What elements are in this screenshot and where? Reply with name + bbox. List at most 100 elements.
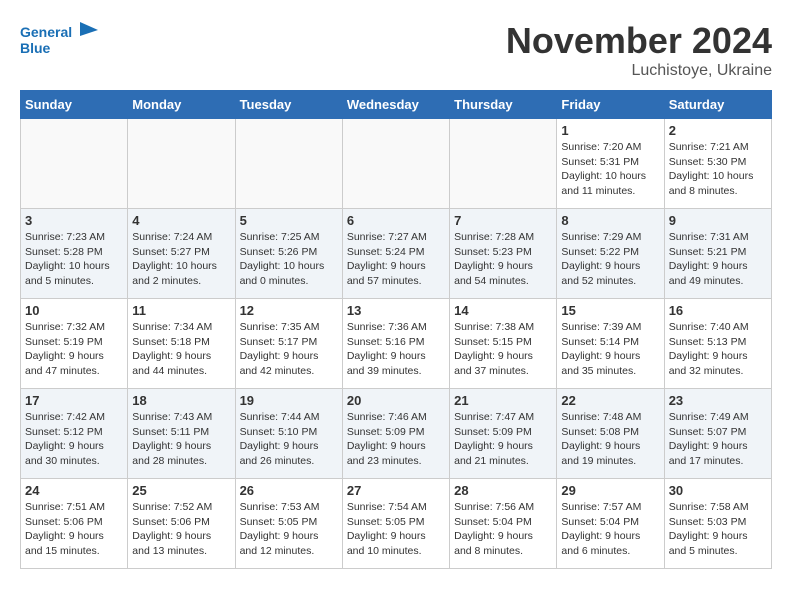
calendar-cell: 3Sunrise: 7:23 AM Sunset: 5:28 PM Daylig… <box>21 209 128 299</box>
weekday-header-sunday: Sunday <box>21 91 128 119</box>
weekday-header-saturday: Saturday <box>664 91 771 119</box>
calendar-cell: 20 Sunrise: 7:46 AM Sunset: 5:09 PM Dayli… <box>342 389 449 479</box>
day-info: Sunrise: 7:23 AM Sunset: 5:28 PM Dayligh… <box>25 230 123 289</box>
day-info: Sunrise: 7:49 AM Sunset: 5:07 PM Dayligh… <box>669 410 767 469</box>
calendar-cell <box>235 119 342 209</box>
week-row: 24Sunrise: 7:51 AM Sunset: 5:06 PM Dayli… <box>21 479 772 569</box>
day-number: 18 <box>132 393 230 408</box>
day-info: Sunrise: 7:52 AM Sunset: 5:06 PM Dayligh… <box>132 500 230 559</box>
weekday-header-monday: Monday <box>128 91 235 119</box>
day-info: Sunrise: 7:35 AM Sunset: 5:17 PM Dayligh… <box>240 320 338 379</box>
calendar-cell: 14 Sunrise: 7:38 AM Sunset: 5:15 PM Dayli… <box>450 299 557 389</box>
calendar-cell: 18Sunrise: 7:43 AM Sunset: 5:11 PM Dayli… <box>128 389 235 479</box>
calendar-cell: 30 Sunrise: 7:58 AM Sunset: 5:03 PM Dayli… <box>664 479 771 569</box>
day-number: 13 <box>347 303 445 318</box>
calendar-cell: 1 Sunrise: 7:20 AM Sunset: 5:31 PM Daylig… <box>557 119 664 209</box>
week-row: 17 Sunrise: 7:42 AM Sunset: 5:12 PM Dayli… <box>21 389 772 479</box>
calendar-cell: 25 Sunrise: 7:52 AM Sunset: 5:06 PM Dayli… <box>128 479 235 569</box>
calendar-cell: 11 Sunrise: 7:34 AM Sunset: 5:18 PM Dayli… <box>128 299 235 389</box>
day-info: Sunrise: 7:38 AM Sunset: 5:15 PM Dayligh… <box>454 320 552 379</box>
day-number: 21 <box>454 393 552 408</box>
location: Luchistoye, Ukraine <box>506 62 772 80</box>
calendar-cell: 15 Sunrise: 7:39 AM Sunset: 5:14 PM Dayli… <box>557 299 664 389</box>
day-info: Sunrise: 7:58 AM Sunset: 5:03 PM Dayligh… <box>669 500 767 559</box>
day-number: 15 <box>561 303 659 318</box>
day-info: Sunrise: 7:39 AM Sunset: 5:14 PM Dayligh… <box>561 320 659 379</box>
calendar-cell: 13Sunrise: 7:36 AM Sunset: 5:16 PM Dayli… <box>342 299 449 389</box>
day-info: Sunrise: 7:20 AM Sunset: 5:31 PM Dayligh… <box>561 140 659 199</box>
day-number: 1 <box>561 123 659 138</box>
day-number: 17 <box>25 393 123 408</box>
day-number: 5 <box>240 213 338 228</box>
day-number: 20 <box>347 393 445 408</box>
month-title: November 2024 <box>506 20 772 62</box>
day-number: 11 <box>132 303 230 318</box>
day-info: Sunrise: 7:54 AM Sunset: 5:05 PM Dayligh… <box>347 500 445 559</box>
calendar-cell: 2Sunrise: 7:21 AM Sunset: 5:30 PM Daylig… <box>664 119 771 209</box>
day-number: 7 <box>454 213 552 228</box>
week-row: 10Sunrise: 7:32 AM Sunset: 5:19 PM Dayli… <box>21 299 772 389</box>
day-info: Sunrise: 7:53 AM Sunset: 5:05 PM Dayligh… <box>240 500 338 559</box>
day-number: 28 <box>454 483 552 498</box>
title-block: November 2024 Luchistoye, Ukraine <box>506 20 772 80</box>
day-info: Sunrise: 7:48 AM Sunset: 5:08 PM Dayligh… <box>561 410 659 469</box>
day-info: Sunrise: 7:47 AM Sunset: 5:09 PM Dayligh… <box>454 410 552 469</box>
day-number: 14 <box>454 303 552 318</box>
calendar-cell: 8 Sunrise: 7:29 AM Sunset: 5:22 PM Daylig… <box>557 209 664 299</box>
day-info: Sunrise: 7:27 AM Sunset: 5:24 PM Dayligh… <box>347 230 445 289</box>
calendar-cell: 21 Sunrise: 7:47 AM Sunset: 5:09 PM Dayli… <box>450 389 557 479</box>
day-info: Sunrise: 7:34 AM Sunset: 5:18 PM Dayligh… <box>132 320 230 379</box>
day-info: Sunrise: 7:56 AM Sunset: 5:04 PM Dayligh… <box>454 500 552 559</box>
day-info: Sunrise: 7:40 AM Sunset: 5:13 PM Dayligh… <box>669 320 767 379</box>
day-info: Sunrise: 7:57 AM Sunset: 5:04 PM Dayligh… <box>561 500 659 559</box>
weekday-header-thursday: Thursday <box>450 91 557 119</box>
day-number: 8 <box>561 213 659 228</box>
calendar-cell: 26 Sunrise: 7:53 AM Sunset: 5:05 PM Dayli… <box>235 479 342 569</box>
day-number: 4 <box>132 213 230 228</box>
page-header: GeneralBlue November 2024 Luchistoye, Uk… <box>20 20 772 80</box>
day-info: Sunrise: 7:32 AM Sunset: 5:19 PM Dayligh… <box>25 320 123 379</box>
weekday-header-tuesday: Tuesday <box>235 91 342 119</box>
calendar-cell <box>21 119 128 209</box>
svg-text:Blue: Blue <box>20 40 51 56</box>
calendar-cell <box>342 119 449 209</box>
day-info: Sunrise: 7:46 AM Sunset: 5:09 PM Dayligh… <box>347 410 445 469</box>
calendar-cell: 4 Sunrise: 7:24 AM Sunset: 5:27 PM Daylig… <box>128 209 235 299</box>
day-number: 19 <box>240 393 338 408</box>
calendar-cell: 24Sunrise: 7:51 AM Sunset: 5:06 PM Dayli… <box>21 479 128 569</box>
weekday-header-wednesday: Wednesday <box>342 91 449 119</box>
day-number: 12 <box>240 303 338 318</box>
day-info: Sunrise: 7:28 AM Sunset: 5:23 PM Dayligh… <box>454 230 552 289</box>
calendar-cell <box>450 119 557 209</box>
calendar-cell: 5 Sunrise: 7:25 AM Sunset: 5:26 PM Daylig… <box>235 209 342 299</box>
day-number: 25 <box>132 483 230 498</box>
day-info: Sunrise: 7:31 AM Sunset: 5:21 PM Dayligh… <box>669 230 767 289</box>
svg-text:General: General <box>20 24 72 40</box>
day-info: Sunrise: 7:51 AM Sunset: 5:06 PM Dayligh… <box>25 500 123 559</box>
day-info: Sunrise: 7:24 AM Sunset: 5:27 PM Dayligh… <box>132 230 230 289</box>
calendar-cell: 19Sunrise: 7:44 AM Sunset: 5:10 PM Dayli… <box>235 389 342 479</box>
calendar-cell: 23Sunrise: 7:49 AM Sunset: 5:07 PM Dayli… <box>664 389 771 479</box>
logo: GeneralBlue <box>20 20 100 60</box>
calendar-cell: 22 Sunrise: 7:48 AM Sunset: 5:08 PM Dayli… <box>557 389 664 479</box>
calendar-cell: 7 Sunrise: 7:28 AM Sunset: 5:23 PM Daylig… <box>450 209 557 299</box>
day-info: Sunrise: 7:29 AM Sunset: 5:22 PM Dayligh… <box>561 230 659 289</box>
day-number: 26 <box>240 483 338 498</box>
calendar-cell: 16 Sunrise: 7:40 AM Sunset: 5:13 PM Dayli… <box>664 299 771 389</box>
calendar-table: SundayMondayTuesdayWednesdayThursdayFrid… <box>20 90 772 569</box>
day-info: Sunrise: 7:21 AM Sunset: 5:30 PM Dayligh… <box>669 140 767 199</box>
calendar-cell: 28 Sunrise: 7:56 AM Sunset: 5:04 PM Dayli… <box>450 479 557 569</box>
logo-svg: GeneralBlue <box>20 20 100 60</box>
day-number: 30 <box>669 483 767 498</box>
calendar-cell: 12 Sunrise: 7:35 AM Sunset: 5:17 PM Dayli… <box>235 299 342 389</box>
calendar-cell: 29Sunrise: 7:57 AM Sunset: 5:04 PM Dayli… <box>557 479 664 569</box>
calendar-cell: 9 Sunrise: 7:31 AM Sunset: 5:21 PM Daylig… <box>664 209 771 299</box>
day-info: Sunrise: 7:25 AM Sunset: 5:26 PM Dayligh… <box>240 230 338 289</box>
day-info: Sunrise: 7:42 AM Sunset: 5:12 PM Dayligh… <box>25 410 123 469</box>
calendar-cell <box>128 119 235 209</box>
day-number: 22 <box>561 393 659 408</box>
day-number: 6 <box>347 213 445 228</box>
day-number: 16 <box>669 303 767 318</box>
week-row: 1 Sunrise: 7:20 AM Sunset: 5:31 PM Daylig… <box>21 119 772 209</box>
day-number: 9 <box>669 213 767 228</box>
